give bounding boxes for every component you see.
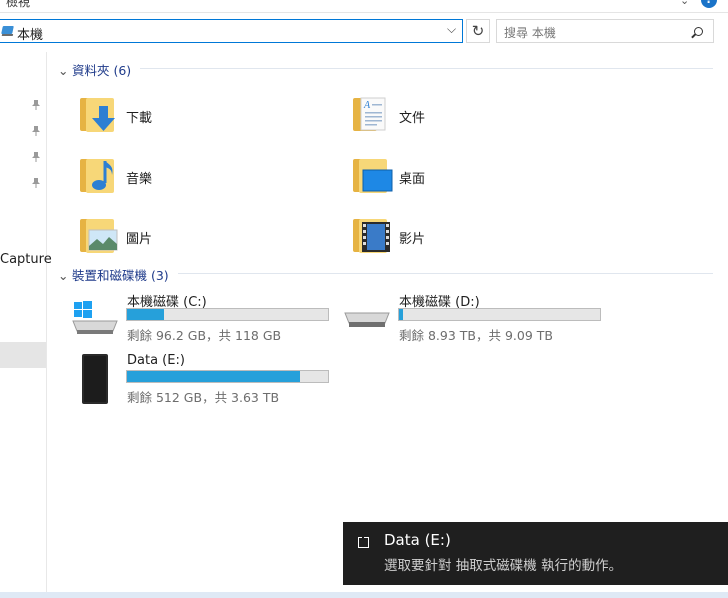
navigation-pane: Capture <box>0 52 52 598</box>
chevron-down-icon[interactable]: ⌄ <box>58 268 68 283</box>
group-title: 資料夾 (6) <box>72 63 132 78</box>
drive-free-space: 剩餘 96.2 GB，共 118 GB <box>127 328 282 343</box>
music-folder-icon <box>92 161 113 190</box>
folder-pictures[interactable]: 圖片 <box>76 209 276 257</box>
downloads-folder-icon <box>92 106 115 131</box>
autoplay-notification[interactable]: Data (E:) 選取要針對 抽取式磁碟機 執行的動作。 <box>343 522 728 585</box>
refresh-button[interactable]: ↻ <box>466 19 490 43</box>
folder-music[interactable]: 音樂 <box>76 149 276 197</box>
folder-desktop[interactable]: 桌面 <box>349 149 549 197</box>
search-icon[interactable] <box>694 27 703 36</box>
pin-icon[interactable] <box>31 177 40 188</box>
videos-folder-icon <box>362 222 390 252</box>
windows-drive-icon <box>72 301 118 334</box>
notification-title: Data (E:) <box>384 531 451 549</box>
nav-selected-item[interactable] <box>0 342 46 368</box>
folder-documents[interactable]: A 文件 <box>349 88 549 136</box>
folder-name: 下載 <box>126 111 153 126</box>
pin-icon[interactable] <box>31 151 40 162</box>
external-drive-icon <box>82 354 108 404</box>
drive-free-space: 剩餘 8.93 TB，共 9.09 TB <box>399 328 553 343</box>
ribbon: 檢視 ⌄ ? <box>0 0 728 13</box>
drive-usage-bar <box>398 308 601 321</box>
pin-icon[interactable] <box>31 125 40 136</box>
chevron-down-icon[interactable]: ⌵ <box>447 22 456 37</box>
this-pc-icon <box>1 26 14 34</box>
desktop-folder-icon <box>362 169 393 192</box>
drive-name: Data (E:) <box>127 353 185 368</box>
drive-d[interactable]: 本機磁碟 (D:) 剩餘 8.93 TB，共 9.09 TB <box>343 291 608 343</box>
drive-usage-bar <box>126 308 329 321</box>
pin-icon[interactable] <box>31 99 40 110</box>
refresh-icon: ↻ <box>471 22 485 40</box>
svg-text:A: A <box>363 100 371 111</box>
taskbar-edge <box>0 592 728 598</box>
group-header-folders[interactable]: ⌄ 資料夾 (6) <box>58 60 131 78</box>
notification-message: 選取要針對 抽取式磁碟機 執行的動作。 <box>384 558 623 574</box>
ribbon-expand-icon[interactable]: ⌄ <box>680 0 689 7</box>
folder-name: 桌面 <box>399 172 426 187</box>
group-header-drives[interactable]: ⌄ 裝置和磁碟機 (3) <box>58 265 169 283</box>
tab-view[interactable]: 檢視 <box>6 0 30 10</box>
folder-name: 文件 <box>399 111 426 126</box>
search-box[interactable]: 搜尋 本機 <box>496 19 714 43</box>
folder-name: 圖片 <box>126 232 153 247</box>
drive-notification-icon <box>358 536 369 548</box>
nav-item-capture[interactable]: Capture <box>0 252 52 267</box>
documents-folder-icon: A <box>360 97 386 131</box>
pictures-folder-icon <box>88 229 118 251</box>
folder-downloads[interactable]: 下載 <box>76 88 276 136</box>
drive-c[interactable]: 本機磁碟 (C:) 剩餘 96.2 GB，共 118 GB <box>71 291 336 343</box>
folder-name: 音樂 <box>126 172 153 187</box>
drive-usage-bar <box>126 370 329 383</box>
search-input[interactable]: 搜尋 本機 <box>504 24 556 41</box>
drive-usage-fill <box>127 309 165 320</box>
group-title: 裝置和磁碟機 (3) <box>72 268 169 283</box>
folder-videos[interactable]: 影片 <box>349 209 549 257</box>
chevron-down-icon[interactable]: ⌄ <box>58 63 68 78</box>
help-icon[interactable]: ? <box>701 0 717 8</box>
address-path[interactable]: 本機 <box>17 24 43 43</box>
folder-name: 影片 <box>399 232 426 247</box>
drive-usage-fill <box>127 371 300 382</box>
drive-free-space: 剩餘 512 GB，共 3.63 TB <box>127 390 280 405</box>
hard-drive-icon <box>344 312 390 327</box>
drive-usage-fill <box>399 309 403 320</box>
group-divider <box>140 68 713 69</box>
group-divider <box>178 273 713 274</box>
address-bar[interactable]: 本機 ⌵ <box>0 19 463 43</box>
drive-e[interactable]: Data (E:) 剩餘 512 GB，共 3.63 TB <box>71 353 336 405</box>
